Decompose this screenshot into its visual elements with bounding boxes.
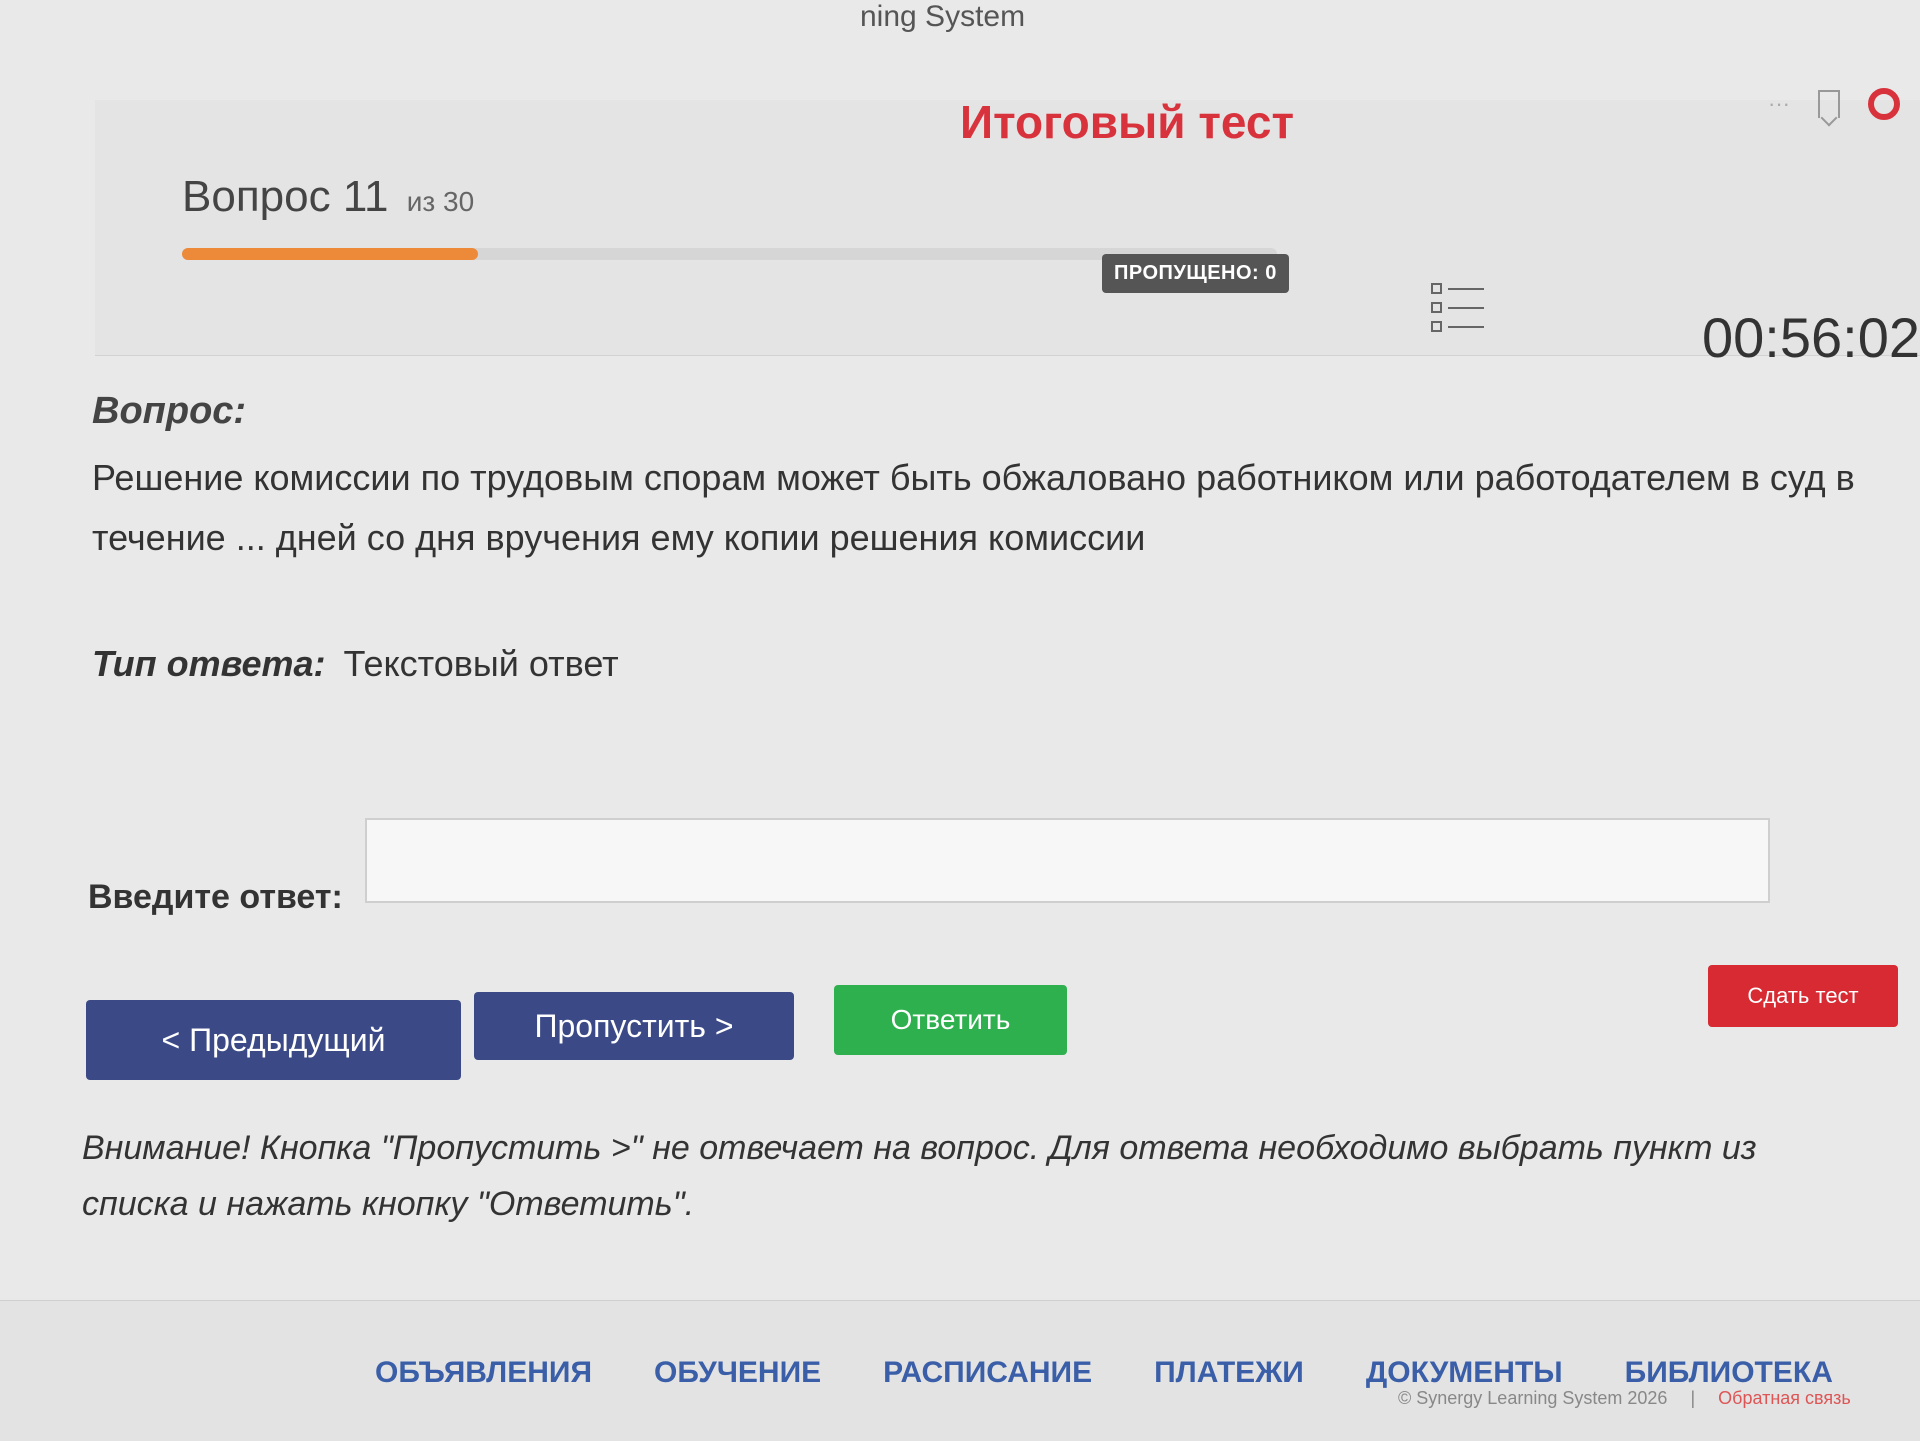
answer-input[interactable] [365,818,1770,903]
warning-text: Внимание! Кнопка "Пропустить >" не отвеч… [82,1129,1757,1223]
brand-name: ning System [860,0,1026,33]
nav-schedule[interactable]: РАСПИСАНИЕ [883,1356,1092,1390]
footer-nav: ОБЪЯВЛЕНИЯ ОБУЧЕНИЕ РАСПИСАНИЕ ПЛАТЕЖИ Д… [375,1356,1833,1390]
top-icons: ··· [1768,88,1900,120]
bookmark-icon[interactable] [1818,90,1840,118]
question-counter-prefix: Вопрос [182,172,331,221]
page-title: Итоговый тест [960,96,1294,148]
previous-button[interactable]: < Предыдущий [86,1000,461,1080]
question-total: из 30 [406,186,475,217]
question-text: Решение комиссии по трудовым спорам може… [92,457,1855,558]
question-number: 11 [342,172,389,221]
copyright-text: © Synergy Learning System 2026 [1398,1388,1668,1408]
answer-type: Тип ответа: Текстовый ответ [92,643,619,685]
more-icon[interactable]: ··· [1768,91,1790,117]
answer-type-label: Тип ответа: [92,643,326,684]
answer-type-value: Текстовый ответ [343,643,619,684]
footer-separator: | [1690,1388,1696,1408]
close-icon[interactable] [1868,88,1900,120]
skip-button[interactable]: Пропустить > [474,992,794,1060]
footer: ОБЪЯВЛЕНИЯ ОБУЧЕНИЕ РАСПИСАНИЕ ПЛАТЕЖИ Д… [0,1300,1920,1441]
answer-label: Введите ответ: [88,878,343,916]
nav-library[interactable]: БИБЛИОТЕКА [1625,1356,1833,1390]
question-counter: Вопрос 11 из 30 [182,172,474,222]
skipped-badge: ПРОПУЩЕНО: 0 [1102,254,1289,293]
finish-test-button[interactable]: Сдать тест [1708,965,1898,1027]
answer-button[interactable]: Ответить [834,985,1067,1055]
copyright: © Synergy Learning System 2026 | Обратна… [1398,1388,1851,1409]
question-label: Вопрос: [92,390,247,432]
nav-learning[interactable]: ОБУЧЕНИЕ [654,1356,821,1390]
progress-fill [182,248,478,260]
feedback-link[interactable]: Обратная связь [1718,1388,1851,1408]
nav-announcements[interactable]: ОБЪЯВЛЕНИЯ [375,1356,592,1390]
question-list-icon[interactable] [1430,280,1486,341]
nav-payments[interactable]: ПЛАТЕЖИ [1154,1356,1304,1390]
timer: 00:56:02 [1702,306,1920,369]
nav-documents[interactable]: ДОКУМЕНТЫ [1366,1356,1563,1390]
